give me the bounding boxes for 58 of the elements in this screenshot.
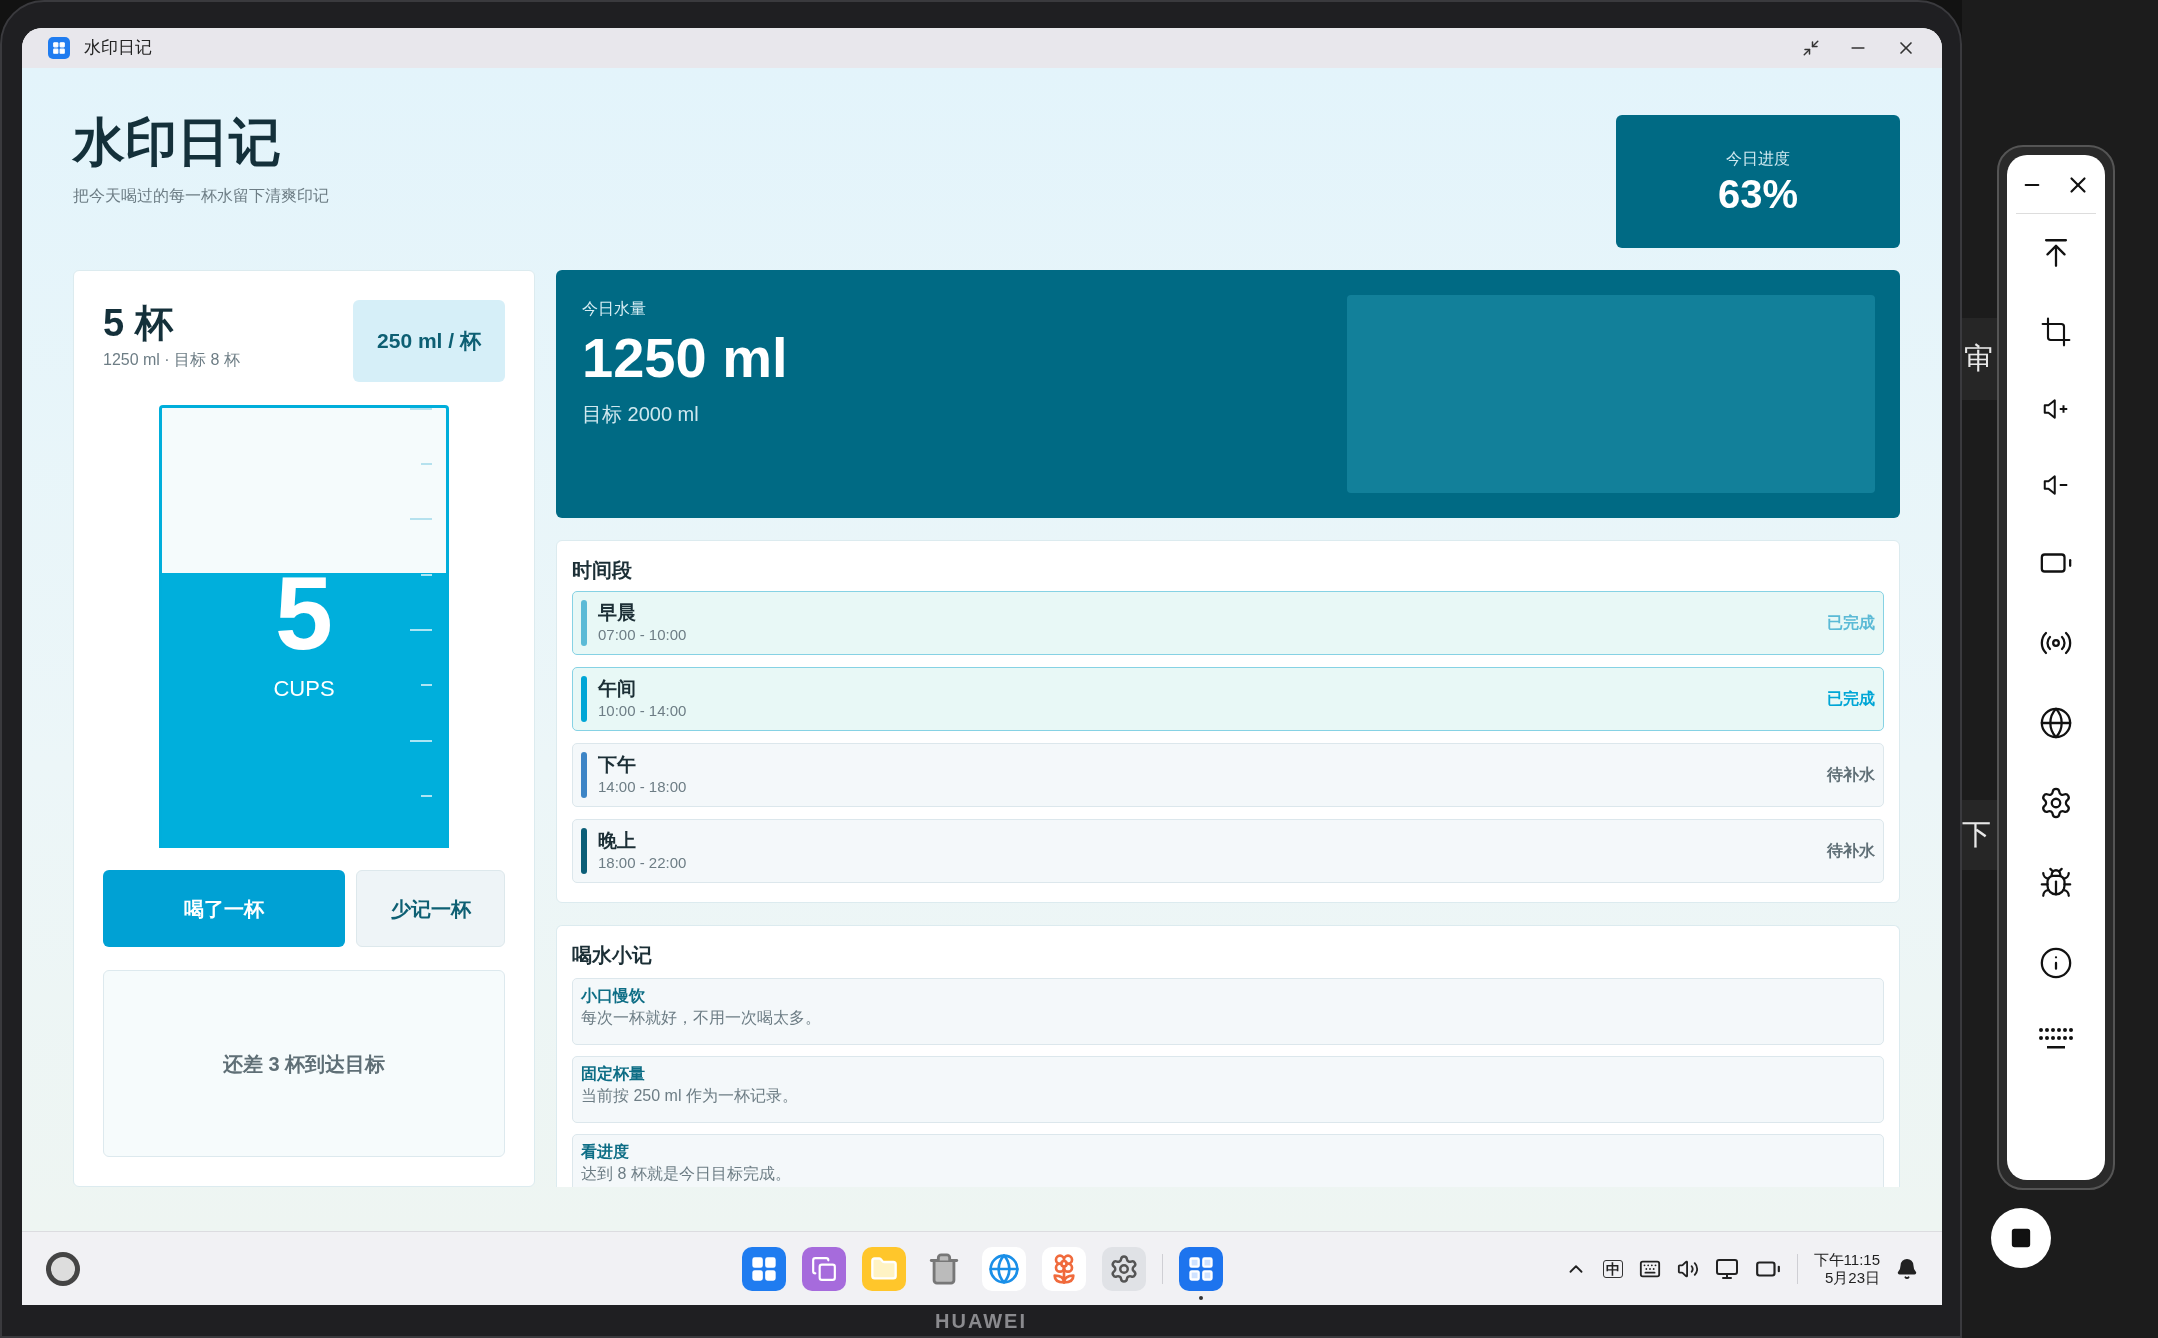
stop-icon (2010, 1227, 2032, 1249)
period-time: 14:00 - 18:00 (598, 777, 687, 797)
background-text: 下 (1962, 817, 1991, 853)
restore-icon[interactable] (1802, 39, 1820, 57)
today-goal: 目标 2000 ml (582, 402, 700, 427)
clock-date[interactable]: 5月23日 (1824, 1268, 1880, 1287)
today-label: 今日水量 (582, 299, 647, 319)
note-text: 达到 8 杯就是今日目标完成。 (581, 1164, 792, 1184)
bell-icon[interactable] (1896, 1257, 1918, 1280)
clock-time[interactable]: 下午11:15 (1813, 1250, 1880, 1269)
cup-number: 5 (275, 558, 333, 668)
gear-icon[interactable] (1102, 1247, 1146, 1291)
period-name: 晚上 (598, 829, 637, 853)
crop-icon[interactable] (2040, 316, 2072, 348)
input-method-indicator[interactable]: 中 (1602, 1259, 1623, 1278)
note-text: 当前按 250 ml 作为一杯记录。 (581, 1086, 799, 1106)
period-name: 午间 (598, 677, 637, 701)
note-title: 看进度 (581, 1142, 630, 1162)
app-icon (48, 37, 70, 59)
bug-icon[interactable] (2039, 866, 2073, 900)
stop-button[interactable] (1991, 1208, 2051, 1268)
globe-icon[interactable] (2039, 706, 2073, 740)
note-title: 小口慢饮 (581, 986, 646, 1006)
period-name: 早晨 (598, 601, 637, 625)
period-status: 已完成 (1827, 613, 1875, 633)
app-grid-icon[interactable] (1179, 1247, 1223, 1291)
section-title: 喝水小记 (572, 943, 653, 968)
settings-icon[interactable] (2039, 786, 2073, 820)
period-status: 待补水 (1827, 765, 1875, 785)
home-ring-icon[interactable] (46, 1251, 80, 1286)
period-time: 07:00 - 10:00 (598, 625, 687, 645)
info-icon[interactable] (2039, 946, 2073, 980)
page-title: 水印日记 (73, 112, 282, 173)
period-time: 10:00 - 14:00 (598, 701, 687, 721)
note-title: 固定杯量 (581, 1064, 646, 1084)
cup-unit: CUPS (273, 675, 335, 703)
progress-label: 今日进度 (1726, 148, 1790, 169)
section-title: 时间段 (572, 558, 633, 583)
period-time: 18:00 - 22:00 (598, 853, 687, 873)
goal-message: 还差 3 杯到达目标 (103, 970, 505, 1157)
progress-value: 63% (1717, 170, 1799, 217)
today-amount: 1250 ml (582, 325, 789, 391)
flower-icon[interactable] (1042, 1247, 1086, 1291)
note-text: 每次一杯就好，不用一次喝太多。 (581, 1008, 822, 1028)
period-name: 下午 (598, 753, 637, 777)
windows-icon[interactable] (802, 1247, 846, 1291)
monitor-icon[interactable] (1714, 1256, 1739, 1281)
cup-count: 5 杯 (103, 301, 175, 346)
period-status: 已完成 (1827, 689, 1875, 709)
cup-size-badge: 250 ml / 杯 (353, 300, 505, 382)
window-title: 水印日记 (84, 37, 152, 60)
undo-button[interactable]: 少记一杯 (356, 870, 505, 947)
app-grid-icon[interactable] (742, 1247, 786, 1291)
period-status: 待补水 (1827, 841, 1875, 861)
background-text: 审 (1964, 341, 1993, 377)
brand-label: HUAWEI (935, 1308, 1027, 1334)
page-subtitle: 把今天喝过的每一杯水留下清爽印记 (73, 186, 329, 206)
cup-detail: 1250 ml · 目标 8 杯 (103, 350, 240, 370)
